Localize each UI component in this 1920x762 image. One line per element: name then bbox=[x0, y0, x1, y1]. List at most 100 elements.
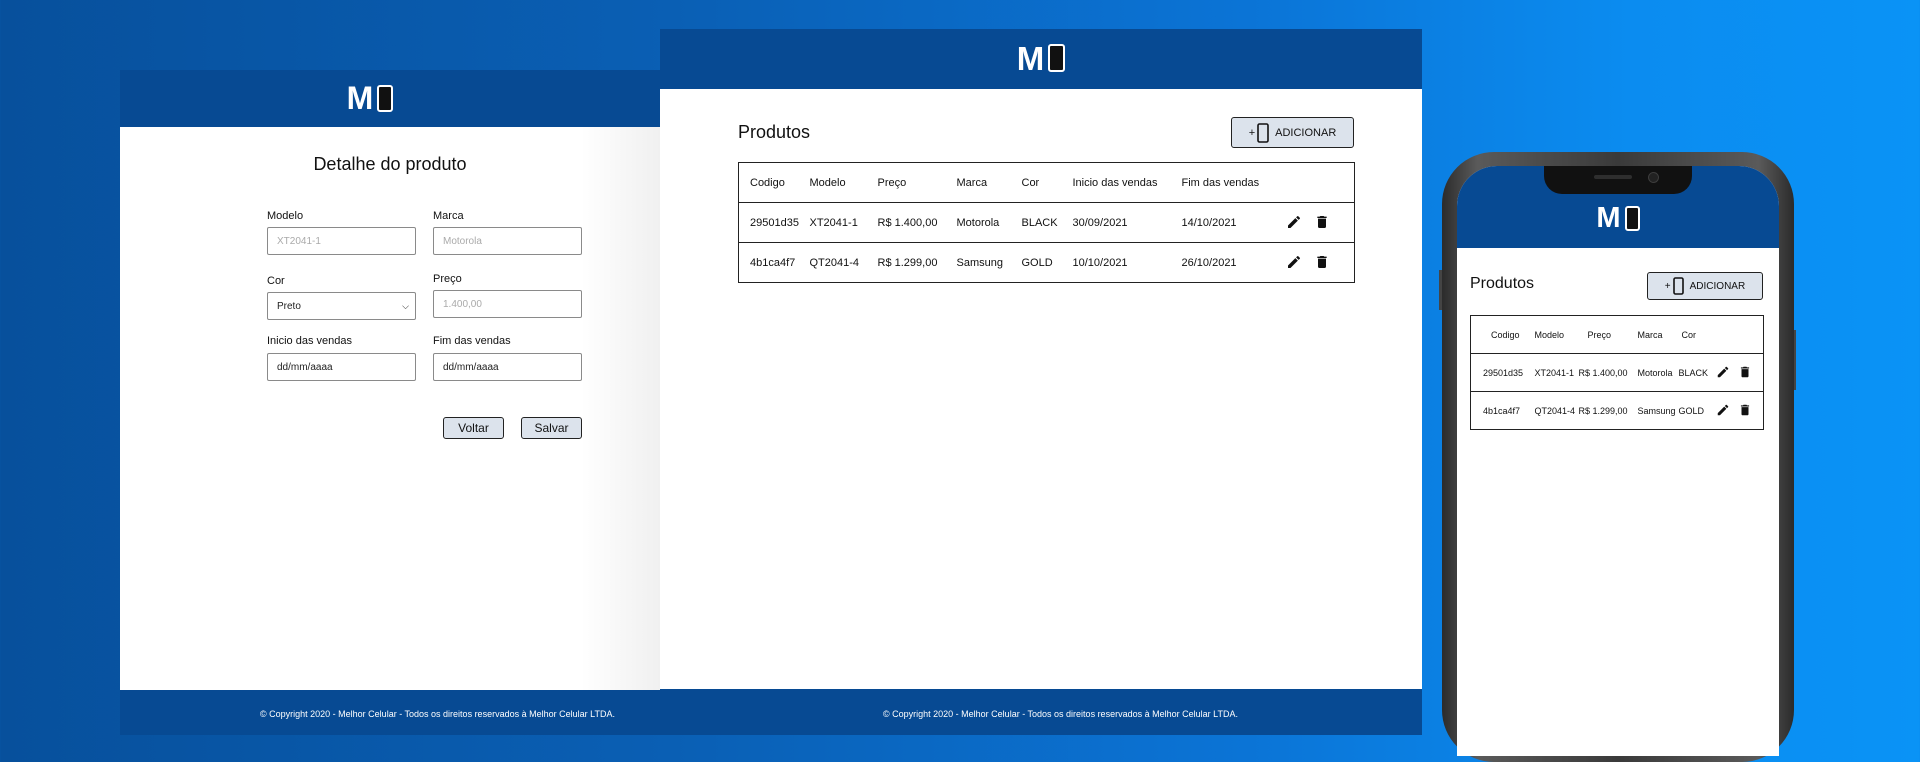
table-row: 29501d35 XT2041-1 R$ 1.400,00 Motorola B… bbox=[738, 203, 1355, 243]
add-plus: + bbox=[1664, 280, 1671, 292]
phone-screen: M Produtos + ADICIONAR Codigo Modelo Pre… bbox=[1457, 166, 1779, 756]
cell-codigo: 4b1ca4f7 bbox=[750, 256, 796, 269]
column-header: Preço bbox=[1587, 329, 1612, 340]
table-row: 4b1ca4f7 QT2041-4 R$ 1.299,00 Samsung GO… bbox=[1471, 392, 1764, 430]
phone-notch bbox=[1544, 166, 1692, 194]
column-header: Marca bbox=[1637, 329, 1663, 340]
edit-icon[interactable] bbox=[1716, 403, 1730, 417]
fim-date-input[interactable]: dd/mm/aaaa bbox=[433, 353, 582, 381]
footer-copyright: © Copyright 2020 - Melhor Celular - Todo… bbox=[260, 709, 615, 719]
header-bar: M bbox=[120, 70, 660, 127]
window-shadow bbox=[580, 127, 660, 735]
add-label: ADICIONAR bbox=[1689, 280, 1746, 292]
header-bar: M bbox=[660, 29, 1422, 89]
column-header: Codigo bbox=[750, 176, 785, 189]
column-header: Modelo bbox=[1534, 329, 1565, 340]
trash-icon[interactable] bbox=[1314, 214, 1330, 230]
column-header: Modelo bbox=[809, 176, 846, 189]
marca-input[interactable]: Motorola bbox=[433, 227, 582, 255]
edit-icon[interactable] bbox=[1286, 254, 1302, 270]
cell-codigo: 4b1ca4f7 bbox=[1483, 405, 1521, 416]
table-header-row: Codigo Modelo Preço Marca Cor bbox=[1470, 316, 1764, 354]
table-row: 4b1ca4f7 QT2041-4 R$ 1.299,00 Samsung GO… bbox=[739, 243, 1355, 283]
logo: M bbox=[1010, 39, 1072, 77]
column-header: Fim das vendas bbox=[1181, 176, 1260, 189]
cor-label: Cor bbox=[267, 275, 285, 287]
column-header: Cor bbox=[1681, 329, 1697, 340]
cell-inicio: 10/10/2021 bbox=[1072, 256, 1128, 269]
cell-marca: Motorola bbox=[956, 216, 1000, 229]
cell-preco: R$ 1.299,00 bbox=[877, 256, 938, 269]
cor-select[interactable]: Preto ⌵ bbox=[267, 292, 416, 320]
trash-icon[interactable] bbox=[1738, 365, 1752, 379]
table-header-row: Codigo Modelo Preço Marca Cor Inicio das… bbox=[738, 163, 1355, 203]
cell-cor: BLACK bbox=[1678, 367, 1709, 378]
products-table: Codigo Modelo Preço Marca Cor Inicio das… bbox=[738, 162, 1355, 283]
column-header-actions bbox=[1274, 163, 1355, 203]
column-header: Cor bbox=[1021, 176, 1040, 189]
cor-select-value: Preto bbox=[277, 300, 301, 312]
cell-marca: Samsung bbox=[956, 256, 1003, 269]
column-header-actions bbox=[1714, 316, 1764, 354]
cell-codigo: 29501d35 bbox=[1483, 367, 1524, 378]
column-header: Marca bbox=[956, 176, 988, 189]
cell-preco: R$ 1.400,00 bbox=[877, 216, 938, 229]
cell-actions bbox=[1714, 354, 1764, 392]
fim-label: Fim das vendas bbox=[433, 335, 511, 347]
column-header: Preço bbox=[877, 176, 907, 189]
column-header: Codigo bbox=[1491, 329, 1520, 340]
modelo-input[interactable]: XT2041-1 bbox=[267, 227, 416, 255]
page-title: Produtos bbox=[738, 122, 811, 142]
footer-bar: © Copyright 2020 - Melhor Celular - Todo… bbox=[120, 690, 660, 735]
logo-letter: M bbox=[1016, 39, 1045, 77]
products-table: Codigo Modelo Preço Marca Cor 29501d35 X… bbox=[1470, 315, 1764, 430]
logo: M bbox=[1590, 201, 1646, 235]
footer-copyright: © Copyright 2020 - Melhor Celular - Todo… bbox=[883, 709, 1238, 719]
add-product-button[interactable]: + ADICIONAR bbox=[1231, 117, 1354, 148]
preco-label: Preço bbox=[433, 273, 462, 285]
cell-preco: R$ 1.400,00 bbox=[1578, 367, 1628, 378]
inicio-label: Inicio das vendas bbox=[267, 335, 352, 347]
salvar-button[interactable]: Salvar bbox=[521, 417, 582, 439]
logo-letter: M bbox=[1596, 201, 1621, 234]
cell-codigo: 29501d35 bbox=[750, 216, 799, 229]
cell-fim: 26/10/2021 bbox=[1181, 256, 1237, 269]
chevron-down-icon: ⌵ bbox=[402, 301, 409, 311]
cell-modelo: QT2041-4 bbox=[1534, 405, 1576, 416]
cell-inicio: 30/09/2021 bbox=[1072, 216, 1128, 229]
cell-modelo: XT2041-1 bbox=[1534, 367, 1575, 378]
preco-input[interactable]: 1.400,00 bbox=[433, 290, 582, 318]
add-product-button[interactable]: + ADICIONAR bbox=[1647, 272, 1763, 300]
column-header: Inicio das vendas bbox=[1072, 176, 1158, 189]
footer-bar: © Copyright 2020 - Melhor Celular - Todo… bbox=[660, 689, 1422, 735]
modelo-label: Modelo bbox=[267, 210, 304, 222]
page-title: Detalhe do produto bbox=[313, 154, 467, 174]
camera bbox=[1648, 172, 1659, 183]
edit-icon[interactable] bbox=[1716, 365, 1730, 379]
speaker bbox=[1594, 175, 1632, 179]
logo: M bbox=[340, 80, 400, 116]
cell-marca: Samsung bbox=[1637, 405, 1676, 416]
phone-icon bbox=[1672, 277, 1684, 295]
inicio-date-input[interactable]: dd/mm/aaaa bbox=[267, 353, 416, 381]
logo-letter: M bbox=[346, 80, 374, 116]
page-title: Produtos bbox=[1470, 275, 1535, 292]
cell-cor: BLACK bbox=[1021, 216, 1058, 229]
marca-label: Marca bbox=[433, 210, 464, 222]
cell-actions bbox=[1274, 243, 1355, 283]
trash-icon[interactable] bbox=[1314, 254, 1330, 270]
phone-icon bbox=[377, 84, 394, 112]
cell-actions bbox=[1274, 203, 1355, 243]
table-row: 29501d35 XT2041-1 R$ 1.400,00 Motorola B… bbox=[1470, 354, 1764, 392]
voltar-button[interactable]: Voltar bbox=[443, 417, 504, 439]
cell-cor: GOLD bbox=[1021, 256, 1053, 269]
cell-actions bbox=[1714, 392, 1764, 430]
trash-icon[interactable] bbox=[1738, 403, 1752, 417]
add-label: ADICIONAR bbox=[1275, 126, 1337, 139]
phone-icon bbox=[1048, 44, 1066, 72]
edit-icon[interactable] bbox=[1286, 214, 1302, 230]
product-detail-window: M Detalhe do produto Modelo XT2041-1 Mar… bbox=[120, 70, 660, 735]
phone-mockup: M Produtos + ADICIONAR Codigo Modelo Pre… bbox=[1442, 152, 1794, 762]
phone-icon bbox=[1624, 205, 1640, 231]
cell-preco: R$ 1.299,00 bbox=[1578, 405, 1628, 416]
